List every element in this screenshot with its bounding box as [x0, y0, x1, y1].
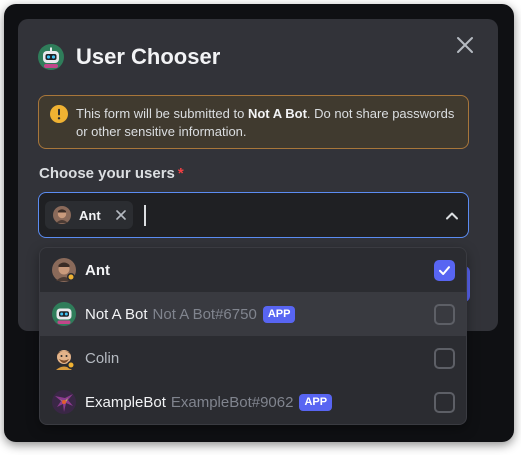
option-ant[interactable]: Ant	[40, 248, 466, 292]
selected-user-chip: Ant	[45, 201, 133, 229]
field-label: Choose your users *	[39, 165, 184, 182]
required-marker: *	[177, 165, 184, 182]
checkbox-unchecked[interactable]	[434, 304, 455, 325]
option-examplebot[interactable]: ExampleBot ExampleBot#9062 APP	[40, 380, 466, 424]
checkbox-unchecked[interactable]	[434, 392, 455, 413]
warning-app-name: Not A Bot	[247, 106, 307, 121]
app-badge: APP	[262, 305, 296, 323]
colin-avatar	[56, 350, 75, 370]
warning-text: This form will be submitted to Not A Bot…	[76, 106, 455, 139]
user-options-dropdown: Ant Not A Bot Not A Bot#6750 APP Colin E…	[39, 247, 467, 425]
checkbox-unchecked[interactable]	[434, 348, 455, 369]
option-tag: Not A Bot#6750	[152, 305, 257, 323]
option-not-a-bot[interactable]: Not A Bot Not A Bot#6750 APP	[40, 292, 466, 336]
option-name: Not A Bot	[85, 305, 148, 323]
warning-banner: This form will be submitted to Not A Bot…	[38, 95, 469, 149]
robot-avatar	[38, 44, 64, 70]
text-cursor	[144, 205, 146, 226]
close-button[interactable]	[452, 32, 478, 58]
ant-avatar	[53, 206, 71, 224]
chip-label: Ant	[79, 207, 101, 223]
dialog-header: User Chooser	[38, 41, 220, 73]
checkbox-checked[interactable]	[434, 260, 455, 281]
check-icon	[439, 266, 450, 275]
alert-circle-icon	[50, 105, 68, 123]
chevron-up-icon[interactable]	[443, 207, 461, 225]
option-tag: ExampleBot#9062	[170, 393, 294, 411]
close-icon	[116, 210, 126, 220]
user-select-input[interactable]: Ant	[38, 192, 469, 238]
ant-avatar	[52, 258, 76, 282]
app-badge: APP	[299, 393, 333, 411]
option-colin[interactable]: Colin	[40, 336, 466, 380]
remove-chip-button[interactable]	[113, 207, 129, 223]
option-name: Ant	[85, 261, 110, 279]
dialog-title: User Chooser	[76, 44, 221, 69]
robot-avatar	[52, 302, 76, 326]
close-icon	[457, 37, 473, 53]
examplebot-avatar	[52, 390, 76, 414]
option-name: ExampleBot	[85, 393, 166, 411]
option-name: Colin	[85, 349, 120, 367]
